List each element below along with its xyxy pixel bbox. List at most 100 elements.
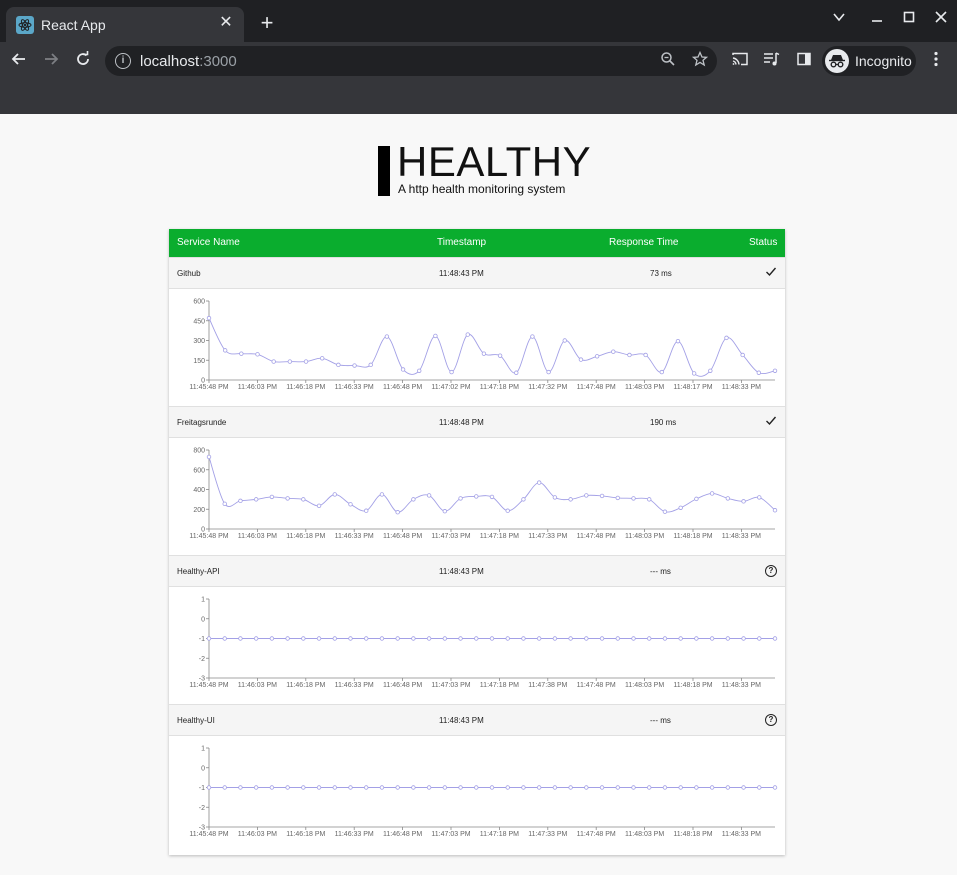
x-tick-label: 11:46:48 PM xyxy=(383,831,422,838)
y-tick-label: 450 xyxy=(193,318,205,325)
media-queue-icon[interactable] xyxy=(762,51,782,71)
data-point xyxy=(253,636,259,641)
back-arrow-icon[interactable] xyxy=(8,50,30,72)
minimize-icon[interactable] xyxy=(866,10,888,32)
data-point xyxy=(336,362,341,368)
data-point xyxy=(352,363,357,368)
data-point xyxy=(757,636,762,641)
x-tick-label: 11:48:18 PM xyxy=(673,682,712,689)
data-point xyxy=(505,508,510,513)
tab-title: React App xyxy=(41,17,106,33)
data-point xyxy=(206,454,212,460)
data-point xyxy=(269,785,275,790)
logo-bar xyxy=(378,146,390,196)
close-tab-icon[interactable]: ✕ xyxy=(216,13,236,33)
x-tick-label: 11:47:32 PM xyxy=(528,384,567,391)
y-tick-label: 600 xyxy=(193,467,205,474)
data-point xyxy=(599,785,605,790)
data-point xyxy=(285,785,290,790)
reload-icon[interactable] xyxy=(72,50,94,72)
x-tick-label: 11:48:03 PM xyxy=(625,384,664,391)
address-bar[interactable]: i localhost:3000 xyxy=(105,46,717,76)
data-point xyxy=(206,636,212,641)
data-point xyxy=(546,369,551,375)
table-row[interactable]: Healthy-UI 11:48:43 PM --- ms ? xyxy=(169,704,785,736)
data-point xyxy=(662,636,668,641)
data-point xyxy=(400,367,406,372)
x-tick-label: 11:47:48 PM xyxy=(577,384,616,391)
data-point xyxy=(691,371,697,376)
data-point xyxy=(222,501,227,507)
y-tick-label: 0 xyxy=(201,765,205,772)
x-tick-label: 11:48:03 PM xyxy=(625,831,664,838)
data-point xyxy=(239,351,244,356)
data-point xyxy=(536,785,542,790)
bookmark-star-icon[interactable] xyxy=(690,50,710,71)
site-info-icon[interactable]: i xyxy=(115,53,131,69)
data-point xyxy=(238,636,243,641)
data-point xyxy=(316,785,322,790)
x-tick-label: 11:48:33 PM xyxy=(722,831,761,838)
data-point xyxy=(725,496,731,501)
data-point xyxy=(489,494,495,500)
data-point xyxy=(474,785,479,790)
data-point xyxy=(552,495,558,500)
data-point xyxy=(348,636,353,641)
data-point xyxy=(536,480,542,485)
data-point xyxy=(411,785,416,790)
new-tab-icon[interactable]: + xyxy=(256,12,278,34)
y-tick-label: 150 xyxy=(193,358,205,365)
data-point xyxy=(662,785,668,790)
service-timestamp: 11:48:48 PM xyxy=(439,418,484,427)
incognito-profile-button[interactable]: Incognito xyxy=(822,46,916,76)
x-tick-label: 11:47:48 PM xyxy=(577,533,616,540)
tab-search-icon[interactable] xyxy=(828,10,850,32)
x-tick-label: 11:46:48 PM xyxy=(383,384,422,391)
zoom-out-icon[interactable] xyxy=(658,51,678,71)
checkmark-icon xyxy=(765,414,777,428)
x-tick-label: 11:46:33 PM xyxy=(335,384,374,391)
data-point xyxy=(678,505,683,510)
browser-tab[interactable]: React App ✕ xyxy=(6,7,244,42)
table-row[interactable]: Freitagsrunde 11:48:48 PM 190 ms xyxy=(169,406,785,438)
x-tick-label: 11:45:48 PM xyxy=(189,831,228,838)
x-tick-label: 11:47:03 PM xyxy=(431,533,470,540)
data-point xyxy=(552,785,558,790)
data-point xyxy=(584,636,589,641)
x-tick-label: 11:48:17 PM xyxy=(673,384,712,391)
data-point xyxy=(285,496,290,501)
side-panel-icon[interactable] xyxy=(794,51,814,71)
data-point xyxy=(253,785,259,790)
table-row[interactable]: Github 11:48:43 PM 73 ms xyxy=(169,257,785,289)
data-point xyxy=(615,495,620,501)
data-point xyxy=(395,510,400,515)
data-point xyxy=(631,636,636,641)
data-point xyxy=(303,359,309,364)
data-point xyxy=(316,503,322,508)
toolbar-strip xyxy=(0,80,957,114)
data-point xyxy=(521,636,526,641)
data-point xyxy=(238,785,243,790)
more-menu-icon[interactable] xyxy=(926,51,946,71)
data-point xyxy=(316,636,322,641)
app-subtitle: A http health monitoring system xyxy=(398,182,566,196)
cast-icon[interactable] xyxy=(730,51,750,71)
x-tick-label: 11:48:33 PM xyxy=(722,533,761,540)
x-tick-label: 11:46:03 PM xyxy=(238,384,277,391)
x-tick-label: 11:46:48 PM xyxy=(383,533,422,540)
data-point xyxy=(757,495,762,500)
table-row[interactable]: Healthy-API 11:48:43 PM --- ms ? xyxy=(169,555,785,587)
data-point xyxy=(678,636,683,641)
data-point xyxy=(647,785,652,790)
response-chart: 800 600 400 200 0 11:45:48 PM 11:46:03 PM 11:46… xyxy=(169,438,785,555)
question-mark-icon: ? xyxy=(765,565,777,577)
y-tick-label: 400 xyxy=(193,487,205,494)
close-window-icon[interactable] xyxy=(930,10,952,32)
maximize-icon[interactable] xyxy=(898,10,920,32)
data-point xyxy=(253,497,259,502)
data-point xyxy=(740,352,745,358)
response-chart: 600 450 300 150 0 11:45:48 PM 11:46:03 PM 11:46… xyxy=(169,289,785,406)
forward-arrow-icon[interactable] xyxy=(40,50,62,72)
series-line xyxy=(208,317,776,377)
data-point xyxy=(694,636,699,641)
